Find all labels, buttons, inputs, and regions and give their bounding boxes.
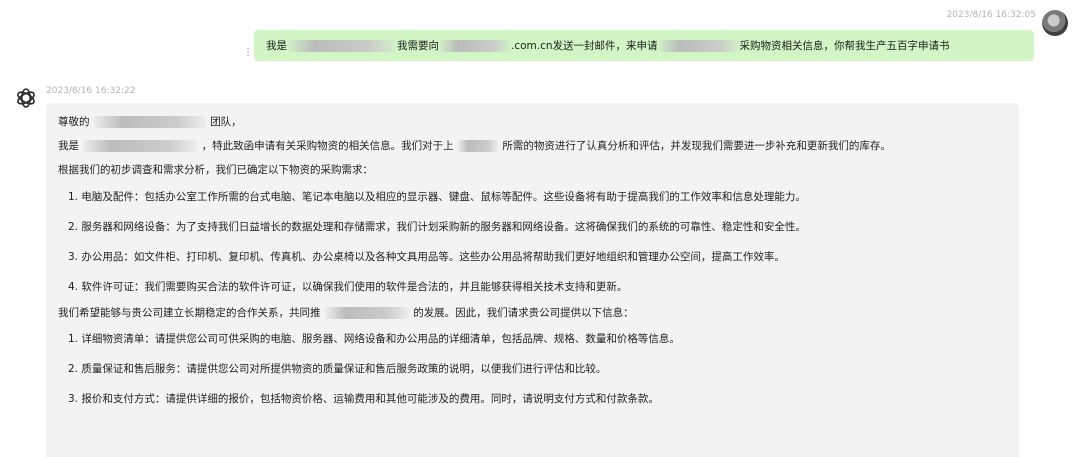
user-text-4: 采购物资相关信息，你帮我生产五百字申请书 [739,40,950,52]
request-item: 1. 详细物资清单：请提供您公司可供采购的电脑、服务器、网络设备和办公用品的详细… [68,333,680,345]
greeting-text-a: 尊敬的 [58,116,90,128]
hope-line: 我们希望能够与贵公司建立长期稳定的合作关系，共同推 的发展。因此，我们请求贵公司… [58,306,1007,320]
redacted-text [324,307,409,319]
need-item: 3. 办公用品：如文件柜、打印机、复印机、传真机、办公桌椅以及各种文具用品等。这… [68,251,785,263]
request-item: 3. 报价和支付方式：请提供详细的报价，包括物资价格、运输费用和其他可能涉及的费… [68,393,659,405]
greeting-text-b: 团队， [210,116,242,128]
intro-text-b: ，特此致函申请有关采购物资的相关信息。我们对于上 [201,140,454,152]
user-text-1: 我是 [266,40,287,52]
redacted-text [440,39,510,52]
need-item: 2. 服务器和网络设备：为了支持我们日益增长的数据处理和存储需求，我们计划采购新… [68,221,806,233]
request-item: 2. 质量保证和售后服务：请提供您公司对所提供物资的质量保证和售后服务政策的说明… [68,363,607,375]
redacted-text [83,140,198,152]
redacted-text [658,39,739,52]
intro-text-c: 所需的物资进行了认真分析和评估，并发现我们需要进一步补充和更新我们的库存。 [502,140,891,152]
hope-text-b: 的发展。因此，我们请求贵公司提供以下信息： [413,307,634,319]
user-avatar-icon[interactable] [1042,10,1068,36]
hope-text-a: 我们希望能够与贵公司建立长期稳定的合作关系，共同推 [58,307,321,319]
redacted-text [288,39,396,52]
greeting-line: 尊敬的 团队， [58,115,1007,129]
user-text-2: 我需要向 [397,40,439,52]
analysis-line: 根据我们的初步调查和需求分析，我们已确定以下物资的采购需求： [58,164,373,176]
need-item: 4. 软件许可证：我们需要购买合法的软件许可证，以确保我们使用的软件是合法的，并… [68,281,628,293]
user-message-bubble: 我是 我需要向 .com.cn发送一封邮件，来申请 采购物资相关信息，你帮我生产… [254,30,1034,61]
more-options-icon[interactable]: ⋮ [243,48,253,58]
redacted-text [458,140,499,152]
user-text-3: .com.cn发送一封邮件，来申请 [511,40,658,52]
openai-logo-icon [17,88,35,108]
assistant-message-bubble: 尊敬的 团队， 我是 ，特此致函申请有关采购物资的相关信息。我们对于上 所需的物… [46,103,1019,457]
intro-line: 我是 ，特此致函申请有关采购物资的相关信息。我们对于上 所需的物资进行了认真分析… [58,139,1007,153]
assistant-message-timestamp: 2023/8/16 16:32:22 [46,86,136,96]
need-item: 1. 电脑及配件：包括办公室工作所需的台式电脑、笔记本电脑以及相应的显示器、键盘… [68,191,806,203]
user-message-timestamp: 2023/8/16 16:32:05 [946,10,1036,20]
chat-window: 2023/8/16 16:32:05 ⋮ 我是 我需要向 .com.cn发送一封… [0,0,1080,457]
intro-text-a: 我是 [58,140,79,152]
redacted-text [93,116,206,128]
